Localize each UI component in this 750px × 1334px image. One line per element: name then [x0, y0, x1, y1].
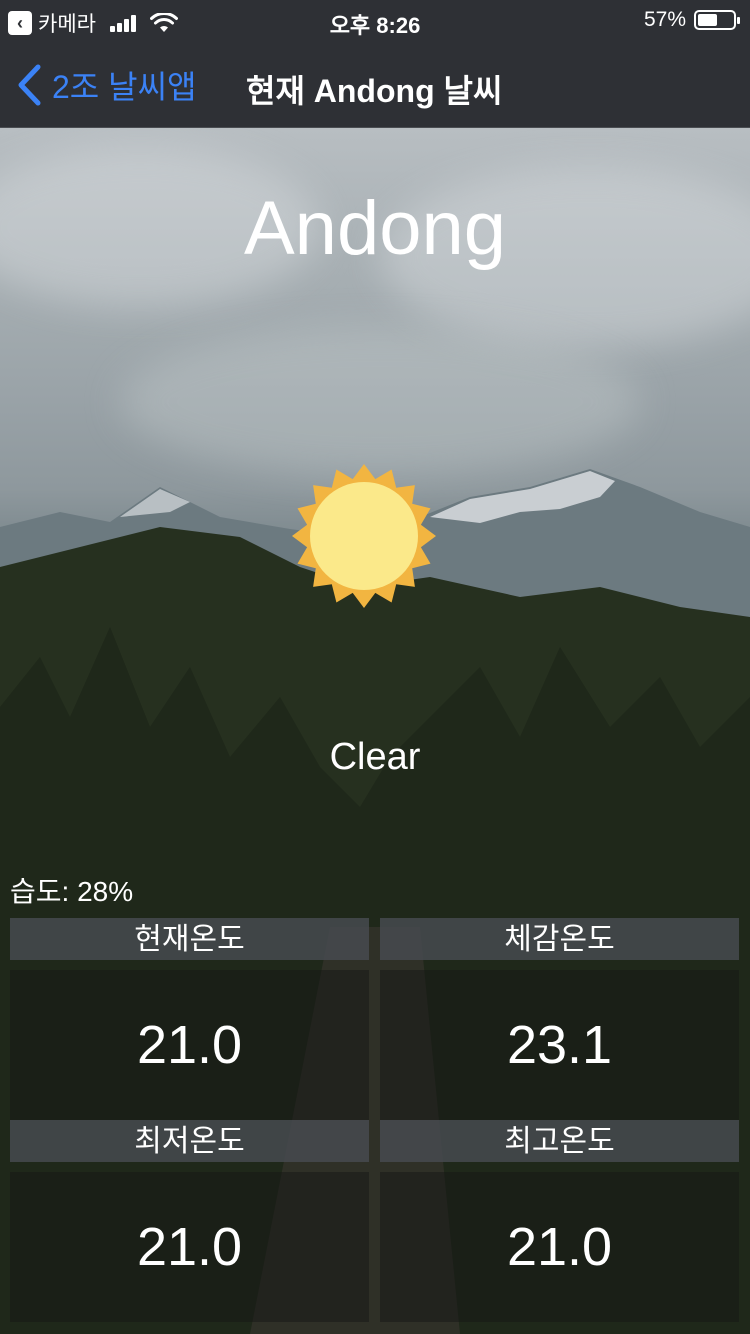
- current-temp-value: 21.0: [10, 970, 369, 1120]
- current-temp-label: 현재온도: [10, 918, 369, 960]
- navigation-bar: 2조 날씨앱 현재 Andong 날씨: [0, 44, 750, 124]
- status-bar: ‹ 카메라 오후 8:26 57%: [0, 0, 750, 40]
- top-bar: ‹ 카메라 오후 8:26 57% 2조 날씨앱 현재 Andong 날씨: [0, 0, 750, 128]
- city-name: Andong: [243, 186, 507, 271]
- min-temp-value: 21.0: [10, 1172, 369, 1322]
- sun-icon: [292, 464, 436, 608]
- battery-percent: 57%: [643, 8, 686, 31]
- max-temp-card: 최고온도 21.0: [380, 1120, 739, 1322]
- current-temp-card: 현재온도 21.0: [10, 918, 369, 1120]
- max-temp-value: 21.0: [380, 1172, 739, 1322]
- battery-icon: [694, 10, 740, 30]
- min-temp-card: 최저온도 21.0: [10, 1120, 369, 1322]
- feels-like-value: 23.1: [380, 970, 739, 1120]
- min-temp-label: 최저온도: [10, 1120, 369, 1162]
- feels-like-card: 체감온도 23.1: [380, 918, 739, 1120]
- back-button[interactable]: 2조 날씨앱: [16, 62, 196, 108]
- chevron-left-icon: [18, 64, 41, 106]
- back-button-label: 2조 날씨앱: [52, 69, 197, 105]
- weather-condition: Clear: [329, 736, 421, 778]
- max-temp-label: 최고온도: [380, 1120, 739, 1162]
- status-time: 오후 8:26: [329, 13, 421, 38]
- status-right: 57%: [643, 8, 740, 32]
- cloud: [120, 327, 640, 477]
- humidity-label: 습도: 28%: [10, 876, 134, 907]
- feels-like-label: 체감온도: [380, 918, 739, 960]
- nav-title: 현재 Andong 날씨: [246, 73, 503, 109]
- battery-fill: [698, 14, 718, 26]
